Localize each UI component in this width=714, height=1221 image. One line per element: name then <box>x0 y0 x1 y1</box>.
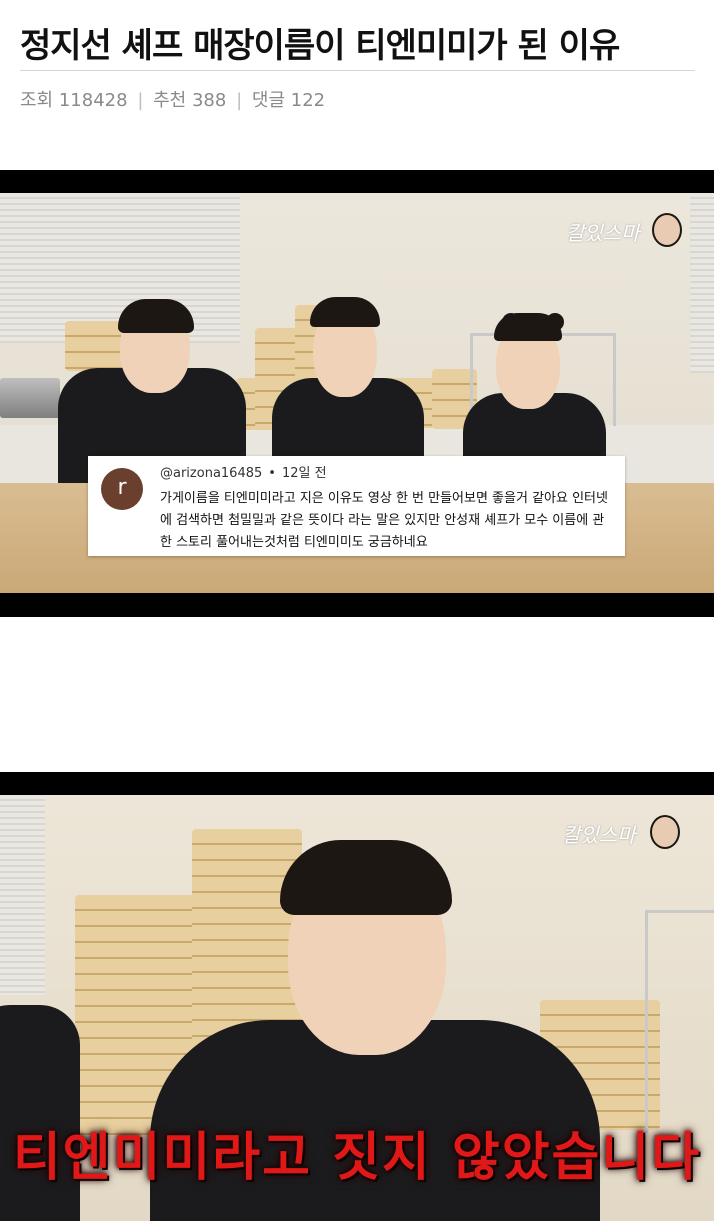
channel-logo: 칼있스마 <box>562 823 636 847</box>
channel-logo-icon <box>650 815 680 849</box>
window-blinds <box>0 795 45 995</box>
hair-bun <box>502 313 520 331</box>
hair <box>280 840 452 915</box>
comment-header: @arizona16485 • 12일 전 <box>160 462 327 481</box>
pot <box>0 378 60 418</box>
recommend-label: 추천 <box>153 90 187 111</box>
meta-separator: | <box>236 90 243 111</box>
post-meta: 조회 118428 | 추천 388 | 댓글 122 <box>20 86 325 112</box>
title-divider <box>20 70 695 71</box>
bamboo-steamer <box>65 321 125 371</box>
recommend-count: 388 <box>191 90 227 111</box>
comment-time: 12일 전 <box>281 466 327 481</box>
meta-separator: | <box>137 90 144 111</box>
comment-line: 한 스토리 풀어내는것처럼 티엔미미도 궁금하네요 <box>160 535 428 550</box>
window-blinds <box>690 193 714 373</box>
comment-username: @arizona16485 <box>160 466 263 481</box>
post-title: 정지선 셰프 매장이름이 티엔미미가 된 이유 <box>20 26 620 66</box>
channel-logo: 칼있스마 <box>566 221 640 245</box>
video-subtitle: 티엔미미라고 짓지 않았습니다 <box>12 1128 702 1188</box>
youtube-comment-card: r @arizona16485 • 12일 전 가게이름을 티엔미미라고 지은 이유… <box>88 456 625 556</box>
kitchen-scene: 칼있스마 티엔미미라고 짓지 않았습니다 <box>0 795 714 1221</box>
hair-bun <box>546 313 564 331</box>
comment-text: 가게이름을 티엔미미라고 지은 이유도 영상 한 번 만들어보면 좋을거 같아요… <box>160 488 620 554</box>
hair <box>310 297 380 327</box>
views-count: 118428 <box>58 90 128 111</box>
comment-line: 에 검색하면 첨밀밀과 같은 뜻이다 라는 말은 있지만 안성재 셰프가 모수 … <box>160 513 605 528</box>
commenter-avatar: r <box>101 468 143 510</box>
comment-dot: • <box>268 466 276 481</box>
dish-rack <box>645 910 714 1133</box>
video-screenshot-1: 칼있스마 r @arizona16485 • 12일 전 가게이름을 티엔미미라고 … <box>0 170 714 617</box>
comments-label: 댓글 <box>251 90 286 111</box>
views-label: 조회 <box>20 90 54 111</box>
channel-logo-icon <box>652 213 682 247</box>
comments-count: 122 <box>290 90 326 111</box>
hair <box>118 299 194 333</box>
comment-line: 가게이름을 티엔미미라고 지은 이유도 영상 한 번 만들어보면 좋을거 같아요… <box>160 491 608 506</box>
video-screenshot-2: 칼있스마 티엔미미라고 짓지 않았습니다 <box>0 772 714 1221</box>
kitchen-scene: 칼있스마 r @arizona16485 • 12일 전 가게이름을 티엔미미라고 … <box>0 193 714 593</box>
